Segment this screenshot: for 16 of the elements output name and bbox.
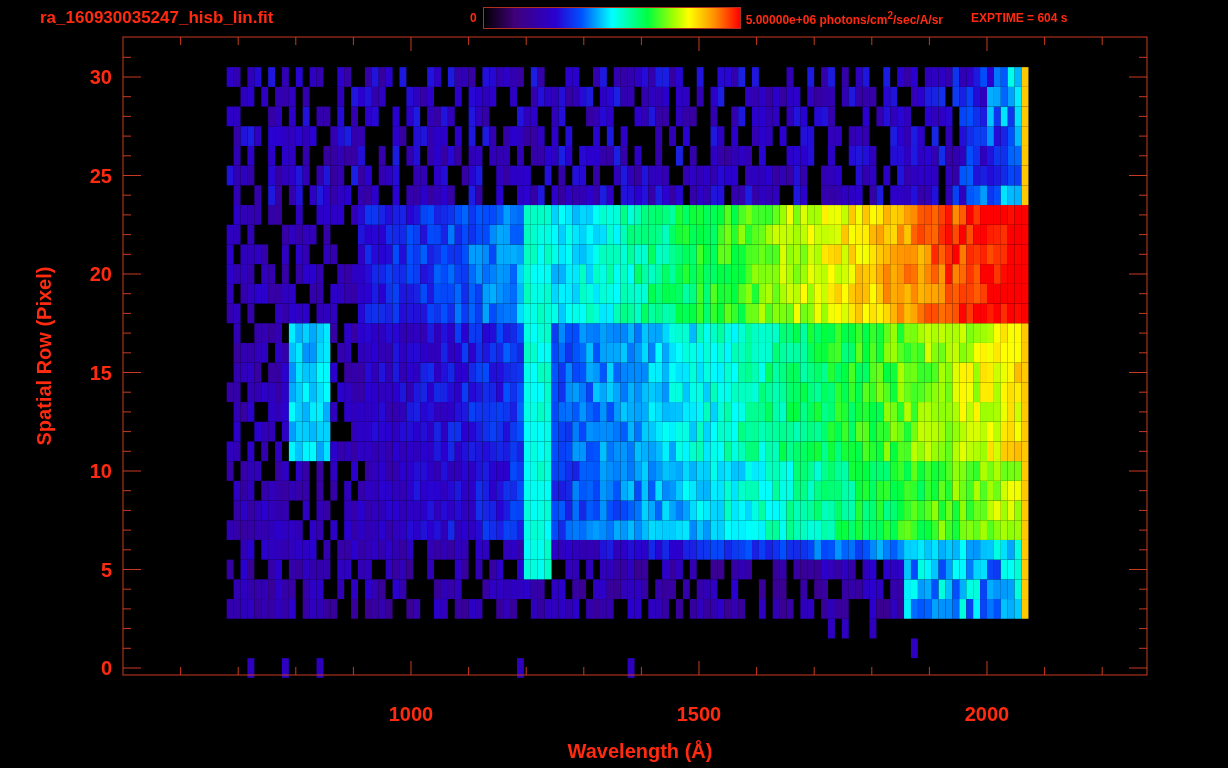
- x-axis-title: Wavelength (Å): [567, 740, 713, 762]
- y-tick-label: 30: [89, 66, 112, 88]
- y-tick-label: 25: [89, 164, 112, 187]
- y-tick-label: 15: [89, 361, 112, 384]
- colorbar-min-label: 0: [470, 11, 477, 25]
- exposure-time: EXPTIME = 604 s: [971, 11, 1068, 25]
- colorbar-max-label: 5.00000e+06 photons/cm$^{2}$/sec/A/sr: [745, 9, 944, 27]
- y-tick-label: 10: [89, 460, 112, 482]
- x-tick-label: 2000: [964, 703, 1010, 725]
- x-tick-label: 1000: [388, 703, 434, 725]
- x-tick-label: 1500: [676, 703, 722, 725]
- y-axis-title: Spatial Row (Pixel): [33, 266, 55, 446]
- file-title: ra_160930035247_hisb_lin.fit: [40, 8, 275, 28]
- y-tick-label: 20: [89, 263, 112, 285]
- y-tick-label: 5: [100, 558, 112, 581]
- y-tick-label: 0: [100, 657, 112, 679]
